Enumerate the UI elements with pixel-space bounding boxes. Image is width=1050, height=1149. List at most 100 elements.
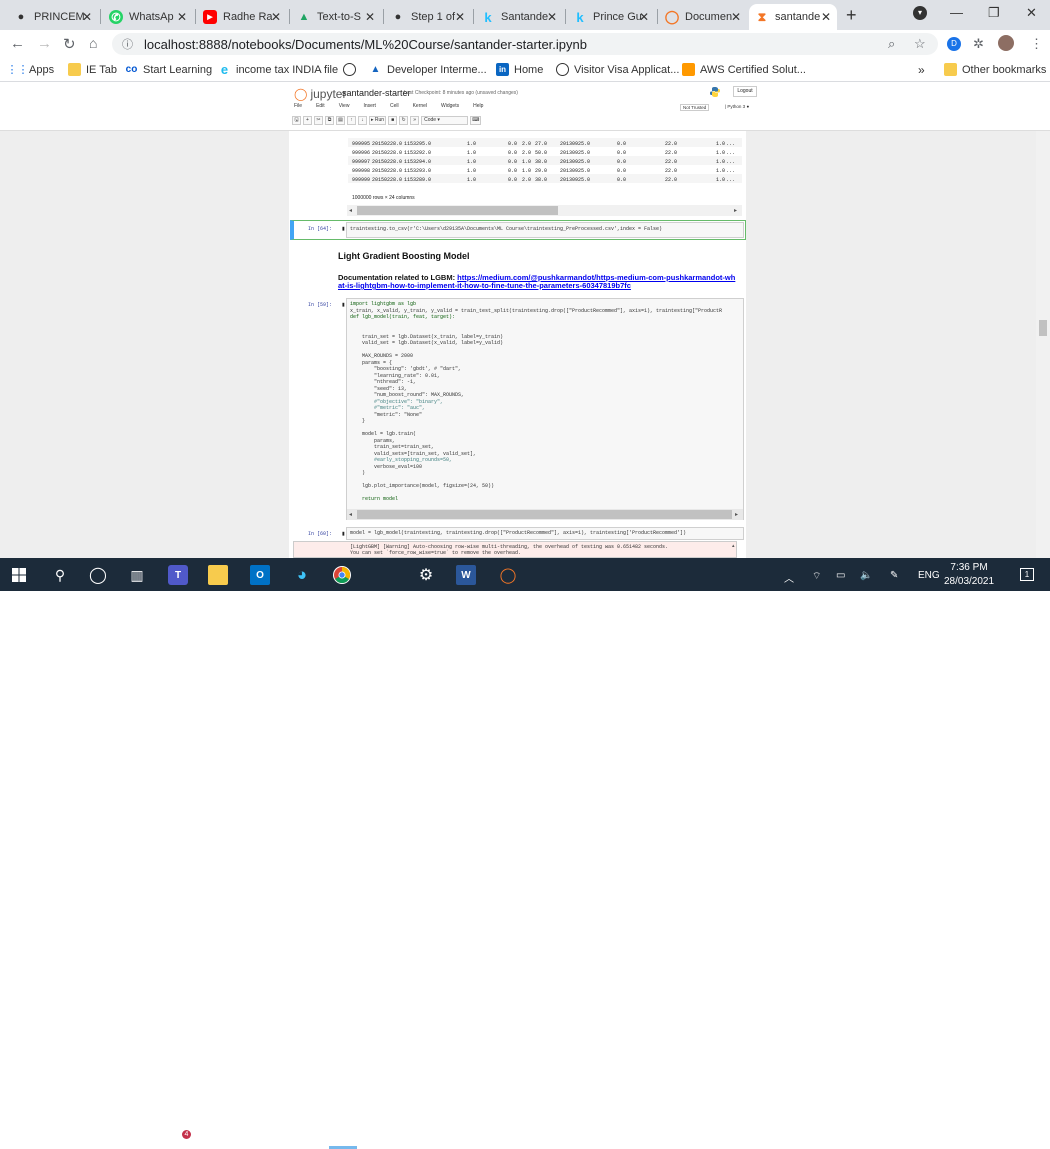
page-scrollbar[interactable]: [1036, 131, 1050, 558]
restart-icon[interactable]: ↻: [399, 116, 409, 125]
output-scrollbar-thumb[interactable]: [357, 206, 558, 215]
tab-search-icon[interactable]: ▾: [913, 6, 927, 20]
bookmark-income-tax[interactable]: e income tax INDIA file: [218, 62, 338, 77]
tab-kaggle-prince[interactable]: k Prince Gu ✕: [567, 4, 655, 30]
clock[interactable]: 7:36 PM 28/03/2021: [944, 561, 994, 589]
cell-type-select[interactable]: Code ▾: [421, 116, 469, 125]
notebook-name[interactable]: santander-starter: [342, 88, 411, 98]
word-icon[interactable]: W: [456, 565, 476, 585]
close-icon[interactable]: ✕: [639, 10, 649, 24]
menu-help[interactable]: Help: [473, 103, 483, 113]
restore-icon[interactable]: ❐: [988, 5, 1000, 21]
scroll-up-icon[interactable]: ▴: [732, 543, 735, 549]
close-icon[interactable]: ✕: [82, 10, 92, 24]
profile-avatar[interactable]: [998, 35, 1014, 51]
bookmark-star-icon[interactable]: ☆: [914, 36, 926, 52]
close-icon[interactable]: ✕: [547, 10, 557, 24]
bookmark-developer[interactable]: ▲ Developer Interme...: [369, 63, 487, 76]
search-icon[interactable]: ⚲: [50, 565, 70, 585]
jupyter-taskbar-icon[interactable]: ◯: [498, 565, 518, 585]
pen-icon[interactable]: ✎: [890, 570, 898, 581]
menu-cell[interactable]: Cell: [390, 103, 399, 113]
menu-file[interactable]: File: [294, 103, 302, 113]
move-up-icon[interactable]: ↑: [347, 116, 356, 125]
run-button[interactable]: ▸ Run: [369, 116, 387, 125]
bookmark-ie-tab[interactable]: IE Tab: [68, 63, 117, 76]
menu-insert[interactable]: Insert: [363, 103, 376, 113]
tab-drive[interactable]: ▲ Text-to-S ✕: [291, 4, 381, 30]
move-down-icon[interactable]: ↓: [358, 116, 367, 125]
bookmark-home[interactable]: in Home: [496, 63, 543, 76]
minimize-icon[interactable]: —: [950, 5, 963, 20]
menu-edit[interactable]: Edit: [316, 103, 325, 113]
tab-step1[interactable]: ● Step 1 of ✕: [385, 4, 471, 30]
file-explorer-icon[interactable]: [208, 565, 228, 585]
tab-kaggle-santander[interactable]: k Santande ✕: [475, 4, 563, 30]
task-view-icon[interactable]: ▥: [127, 565, 147, 585]
new-tab-button[interactable]: +: [846, 5, 857, 26]
tab-documents[interactable]: ◯ Documen ✕: [659, 4, 747, 30]
extensions-puzzle-icon[interactable]: ✲: [973, 36, 984, 52]
menu-widgets[interactable]: Widgets: [441, 103, 459, 113]
save-icon[interactable]: 🖫: [292, 116, 301, 125]
stop-icon[interactable]: ■: [388, 116, 398, 125]
notifications-icon[interactable]: 1: [1020, 568, 1034, 581]
close-icon[interactable]: ✕: [821, 10, 831, 24]
menu-kernel[interactable]: Kernel: [413, 103, 427, 113]
language-indicator[interactable]: ENG: [918, 570, 940, 581]
close-icon[interactable]: ✕: [455, 10, 465, 24]
windows-start-icon[interactable]: [9, 565, 29, 585]
insert-cell-icon[interactable]: +: [303, 116, 312, 125]
close-icon[interactable]: ✕: [177, 10, 187, 24]
battery-icon[interactable]: ▭: [836, 570, 845, 581]
outlook-icon[interactable]: O: [250, 565, 270, 585]
bookmark-aws[interactable]: AWS Certified Solut...: [682, 63, 806, 76]
tab-santander-active[interactable]: ⧗ santande ✕: [749, 4, 837, 30]
bookmark-visitor-visa[interactable]: Visitor Visa Applicat...: [556, 63, 679, 76]
cut-icon[interactable]: ✂: [314, 116, 323, 125]
tab-youtube[interactable]: ▶ Radhe Ra ✕: [197, 4, 287, 30]
paste-icon[interactable]: ▤: [336, 116, 345, 125]
teams-icon[interactable]: T: [168, 565, 188, 585]
reload-icon[interactable]: ↻: [63, 35, 76, 53]
logout-button[interactable]: Logout: [733, 86, 757, 97]
home-icon[interactable]: ⌂: [89, 35, 97, 51]
info-icon[interactable]: ⓘ: [122, 36, 133, 52]
trusted-indicator[interactable]: Not Trusted: [680, 104, 710, 111]
bookmark-globe[interactable]: [343, 63, 361, 76]
more-bookmarks-button[interactable]: »: [918, 63, 925, 77]
scroll-left-icon[interactable]: ◂: [349, 511, 352, 518]
chrome-icon[interactable]: [333, 566, 351, 584]
cortana-icon[interactable]: ◯: [88, 565, 108, 585]
menu-dots-icon[interactable]: ⋮: [1030, 36, 1043, 52]
close-icon[interactable]: ✕: [365, 10, 375, 24]
jupyter-logo[interactable]: ◯ jupyter: [294, 87, 346, 101]
back-icon[interactable]: ←: [10, 35, 25, 52]
edge-icon[interactable]: ◕: [292, 565, 312, 585]
fast-forward-icon[interactable]: »: [410, 116, 420, 125]
menu-view[interactable]: View: [339, 103, 350, 113]
network-icon[interactable]: ⌔: [812, 570, 821, 583]
scroll-right-icon[interactable]: ▸: [734, 207, 737, 214]
other-bookmarks[interactable]: Other bookmarks: [944, 63, 1046, 76]
forward-icon[interactable]: →: [37, 35, 52, 52]
tab-whatsapp[interactable]: ✆ WhatsAp ✕: [103, 4, 193, 30]
copy-icon[interactable]: ⧉: [325, 116, 334, 125]
close-icon[interactable]: ✕: [271, 10, 281, 24]
zoom-search-icon[interactable]: ⌕: [888, 36, 895, 52]
scroll-left-icon[interactable]: ◂: [349, 207, 352, 214]
extension-d-icon[interactable]: D: [947, 37, 961, 51]
code-scrollbar-thumb[interactable]: [357, 510, 732, 519]
close-icon[interactable]: ✕: [731, 10, 741, 24]
address-bar[interactable]: ⓘ localhost:8888/notebooks/Documents/ML%…: [112, 33, 938, 55]
close-window-icon[interactable]: ✕: [1026, 5, 1037, 21]
bookmark-apps[interactable]: ⋮⋮ Apps: [7, 63, 55, 77]
scroll-right-icon[interactable]: ▸: [735, 511, 738, 518]
tab-princem[interactable]: ● PRINCEM ✕: [8, 4, 98, 30]
settings-gear-icon[interactable]: ⚙: [416, 565, 436, 585]
volume-icon[interactable]: 🔈: [860, 570, 872, 581]
tray-expand-icon[interactable]: ︿: [784, 570, 794, 585]
page-scrollbar-thumb[interactable]: [1039, 320, 1047, 336]
keyboard-icon[interactable]: ⌨: [470, 116, 482, 125]
bookmark-start-learning[interactable]: co Start Learning: [125, 63, 212, 76]
